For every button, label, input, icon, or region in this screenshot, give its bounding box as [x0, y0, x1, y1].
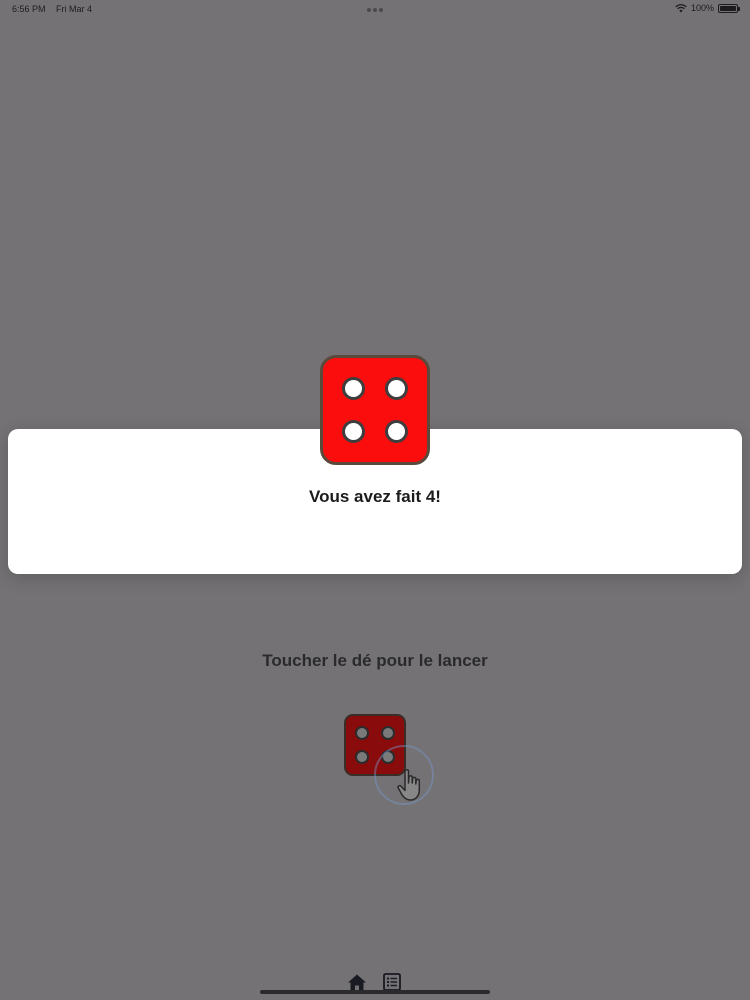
result-message: Vous avez fait 4!: [309, 487, 441, 506]
battery-icon: [718, 3, 740, 13]
die-pip: [381, 726, 395, 740]
battery-percentage: 100%: [690, 3, 714, 13]
list-icon[interactable]: [383, 973, 401, 991]
instruction-text: Toucher le dé pour le lancer: [262, 651, 488, 670]
wifi-icon: [675, 4, 687, 13]
die-pip: [342, 377, 365, 400]
tab-bar: [0, 970, 750, 1000]
die-pip: [355, 726, 369, 740]
multitasking-dots-icon[interactable]: [367, 8, 383, 12]
status-bar: 6:56 PM Fri Mar 4 100%: [0, 0, 750, 20]
home-indicator[interactable]: [260, 990, 490, 994]
status-time: 6:56 PM: [12, 4, 46, 14]
die-pip: [385, 377, 408, 400]
die-pip: [355, 750, 369, 764]
die-four-icon: [320, 355, 430, 465]
die-pip: [385, 420, 408, 443]
status-indicators: 100%: [675, 3, 740, 13]
tap-hand-icon: [397, 768, 421, 801]
status-date: Fri Mar 4: [56, 4, 92, 14]
die-pip: [342, 420, 365, 443]
